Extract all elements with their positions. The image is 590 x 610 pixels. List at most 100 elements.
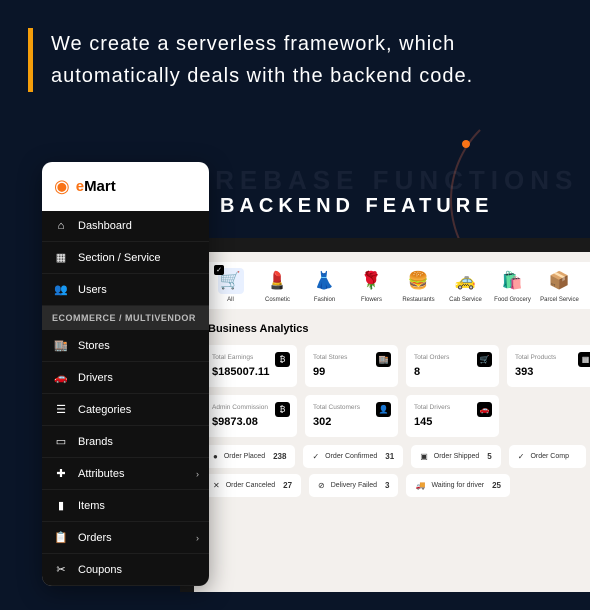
nav-label: Brands [78,436,113,448]
status-label: Order Shipped [434,453,480,460]
stats-row-1: Total Earnings$185007.11₿Total Stores99🏬… [204,345,590,387]
nav-section-header: ECOMMERCE / MULTIVENDOR [42,306,209,330]
category-icon: 💄 [265,268,291,294]
logo-icon: ◉ [54,176,70,197]
stat-card[interactable]: Admin Commission$9873.08₿ [204,395,297,437]
stat-card[interactable]: Total Stores99🏬 [305,345,398,387]
chevron-right-icon: › [196,533,199,543]
category-tab[interactable]: 📦 Parcel Service [537,268,582,303]
logo[interactable]: ◉ eMart [42,162,209,211]
category-icon: 📦 [547,268,573,294]
category-label: Parcel Service [540,297,579,303]
dashboard-screen: ✓🛒All💄Cosmetic👗Fashion🌹Flowers🍔Restauran… [194,252,590,592]
stat-card[interactable]: Total Products393▦ [507,345,590,387]
nav-dashboard[interactable]: ⌂ Dashboard [42,211,209,242]
status-icon: 🚚 [415,481,425,490]
nav-coupons[interactable]: ✂Coupons [42,554,209,586]
nav-label: Orders [78,532,112,544]
category-label: All [227,297,234,303]
nav-items[interactable]: ▮ Items [42,490,209,522]
category-tab[interactable]: 💄 Cosmetic [255,268,300,303]
stat-icon: 👤 [376,402,391,417]
stat-card[interactable]: Total Orders8🛒 [406,345,499,387]
nav-stores[interactable]: 🏬Stores [42,330,209,362]
nav-drivers[interactable]: 🚗Drivers [42,362,209,394]
category-label: Flowers [361,297,382,303]
order-status-row-2: ✕Order Canceled27⊘Delivery Failed3🚚Waiti… [204,474,590,497]
status-chip[interactable]: ✓Order Confirmed31 [303,445,403,468]
category-tab[interactable]: ✓🛒All [208,268,253,303]
stat-value: 8 [414,366,491,378]
status-chip[interactable]: ✓ Order Comp [509,445,586,468]
status-label: Delivery Failed [331,482,377,489]
status-value: 5 [487,452,491,461]
nav-brands[interactable]: ▭Brands [42,426,209,458]
category-tab[interactable]: 🚕 Cab Service [443,268,488,303]
category-label: Cab Service [449,297,482,303]
category-label: Food Grocery [494,297,531,303]
category-icon: 🚕 [453,268,479,294]
laptop-frame: ✓🛒All💄Cosmetic👗Fashion🌹Flowers🍔Restauran… [180,238,590,592]
stat-value: 99 [313,366,390,378]
hero-quote: We create a serverless framework, which … [28,28,562,92]
category-tab[interactable]: 👗Fashion [302,268,347,303]
check-icon: ✓ [214,265,224,275]
category-icon: 🌹 [359,268,385,294]
grid-icon: ▦ [54,251,68,264]
stat-icon: ₿ [275,352,290,367]
category-label: Fashion [314,297,335,303]
stat-value: 302 [313,416,390,428]
nav-label: Categories [78,404,131,416]
category-tab[interactable]: 🛍️Food Grocery [490,268,535,303]
nav-attributes[interactable]: ✚Attributes› [42,458,209,490]
nav-label: Dashboard [78,220,132,232]
nav-categories[interactable]: ☰Categories [42,394,209,426]
status-icon: ✓ [312,452,319,461]
decorative-dot [462,140,470,148]
home-icon: ⌂ [54,220,68,232]
status-icon: ✓ [518,452,525,461]
chevron-right-icon: › [196,469,199,479]
status-icon: ▣ [420,452,428,461]
hero-text: We create a serverless framework, which … [51,28,562,92]
status-icon: ⊘ [318,481,325,490]
status-chip[interactable]: ⊘Delivery Failed3 [309,474,398,497]
category-label: Cosmetic [265,297,290,303]
stat-icon: 🏬 [376,352,391,367]
category-tab[interactable]: 🍔 Restaurants [396,268,441,303]
category-tab[interactable]: 🛵Rental S [584,268,590,303]
category-label: Restaurants [402,297,434,303]
stat-icon: ▦ [578,352,590,367]
nav-label: Section / Service [78,252,161,264]
status-label: Order Canceled [226,482,275,489]
nav-label: Stores [78,340,110,352]
nav-label: Items [78,500,105,512]
status-label: Order Confirmed [325,453,377,460]
stat-value: 145 [414,416,491,428]
order-status-row-1: ●Order Placed238✓Order Confirmed31▣Order… [204,445,590,468]
status-label: Order Comp [530,453,569,460]
status-value: 27 [283,481,292,490]
item-icon: ▮ [54,499,68,512]
category-icon: 🍔 [406,268,432,294]
stat-value: $185007.11 [212,366,289,378]
nav-users[interactable]: 👥Users [42,274,209,306]
status-chip[interactable]: ▣ Order Shipped 5 [411,445,501,468]
status-chip[interactable]: ✕Order Canceled27 [204,474,301,497]
status-icon: ● [213,452,218,461]
nav-section-service[interactable]: ▦ Section / Service [42,242,209,274]
stat-card[interactable]: Total Customers302👤 [305,395,398,437]
category-tab[interactable]: 🌹 Flowers [349,268,394,303]
status-value: 25 [492,481,501,490]
background-text: FIREBASE FUNCTIONS [180,165,578,196]
sidebar: ◉ eMart ⌂ Dashboard ▦ Section / Service 👥U… [42,162,209,586]
stat-card[interactable]: Total Drivers145🚗 [406,395,499,437]
status-chip[interactable]: ●Order Placed238 [204,445,295,468]
stat-icon: 🛒 [477,352,492,367]
nav-orders[interactable]: 📋 Orders › [42,522,209,554]
clipboard-icon: 📋 [54,531,68,544]
stat-icon: 🚗 [477,402,492,417]
nav: ⌂ Dashboard ▦ Section / Service 👥Users ECO… [42,211,209,586]
status-chip[interactable]: 🚚Waiting for driver25 [406,474,510,497]
stat-card[interactable]: Total Earnings$185007.11₿ [204,345,297,387]
